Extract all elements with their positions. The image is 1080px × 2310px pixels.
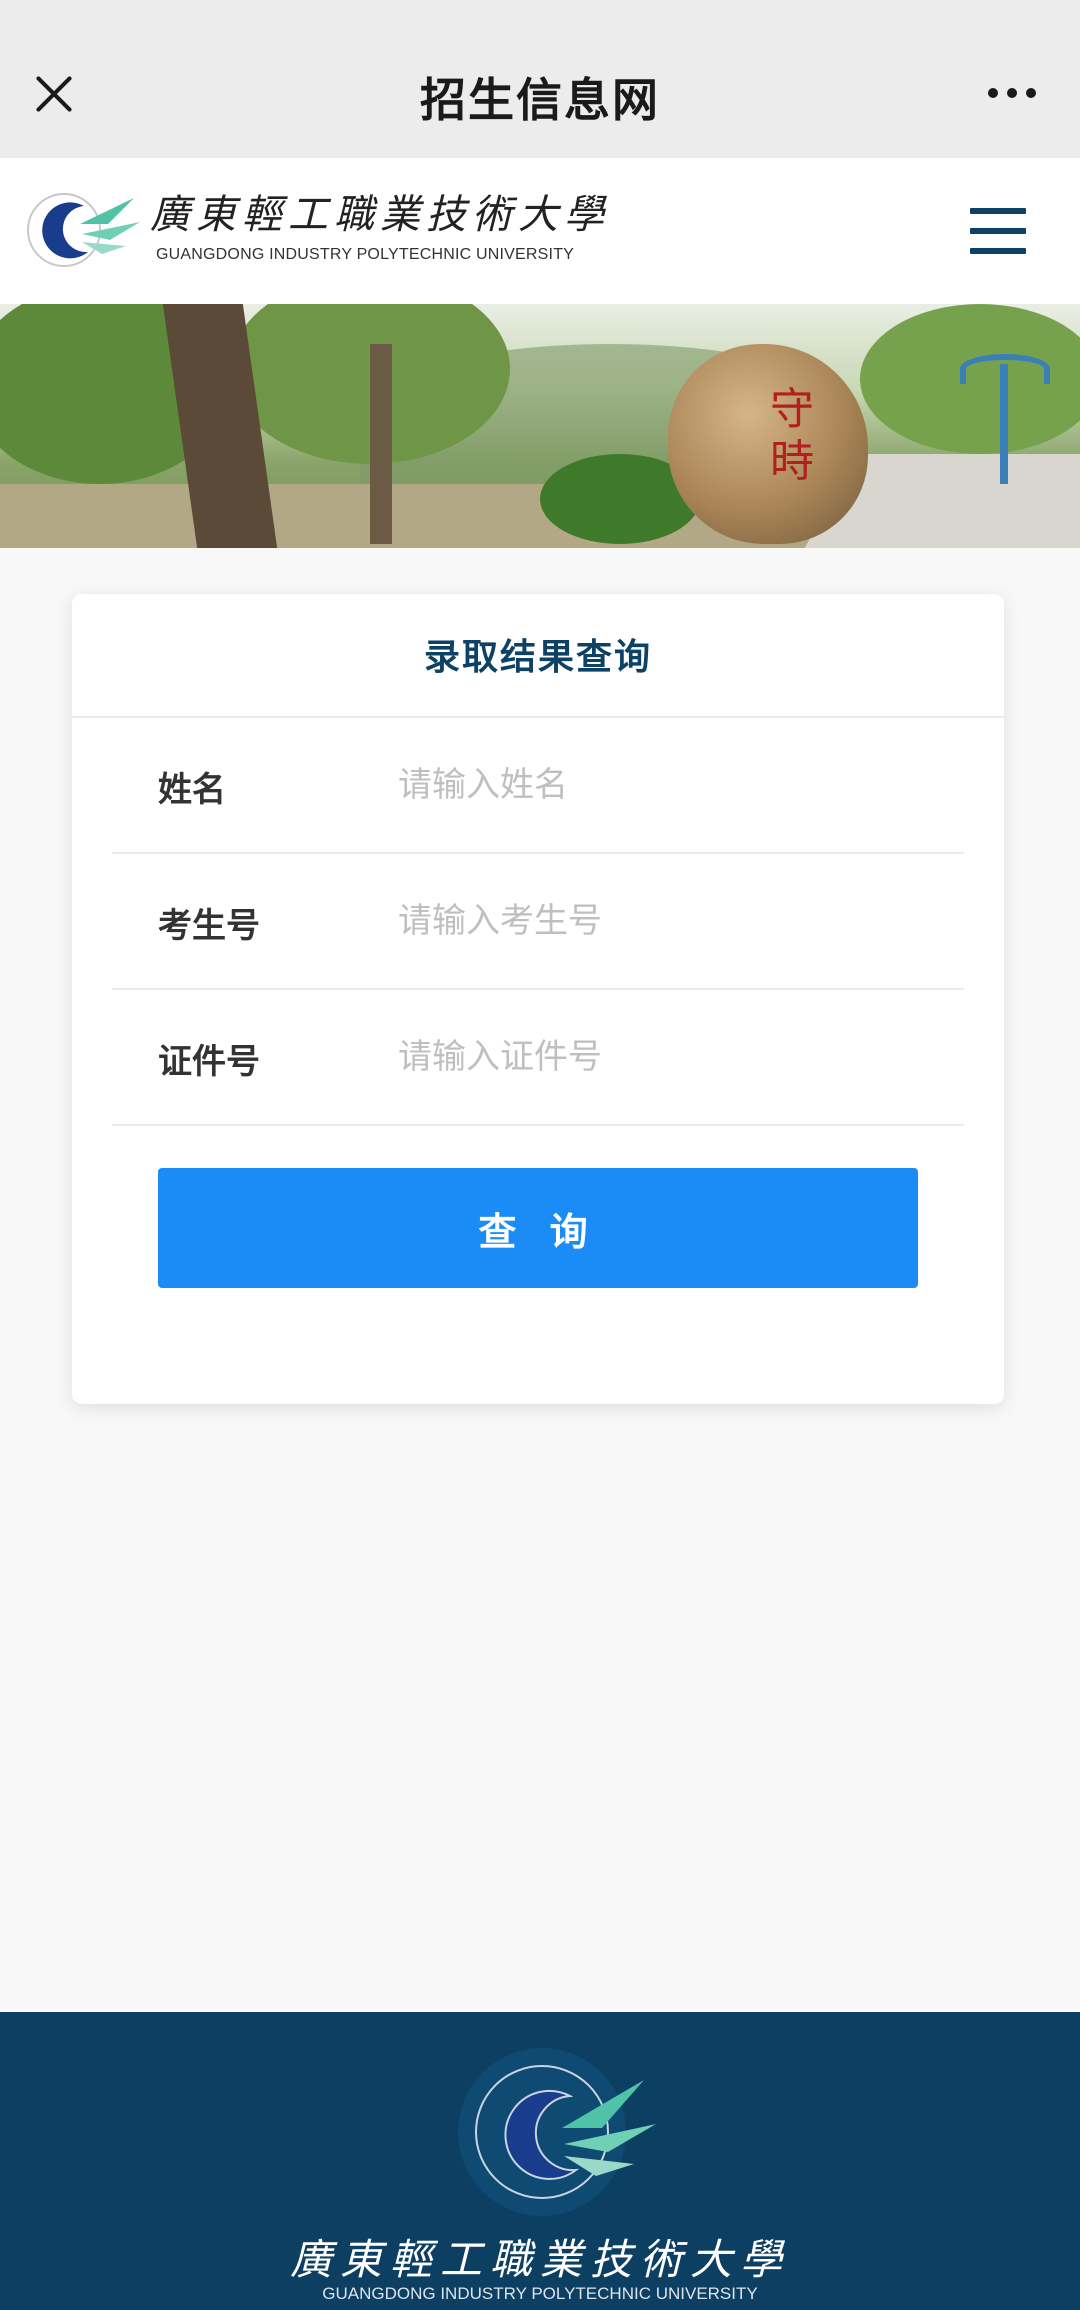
site-header: 廣東輕工職業技術大學 GUANGDONG INDUSTRY POLYTECHNI… [0,158,1080,304]
dot [1007,88,1017,98]
exam-number-input[interactable] [398,886,938,956]
banner-tree-trunk [370,344,392,544]
id-number-label: 证件号 [158,1042,260,1082]
menu-line [970,208,1026,214]
hamburger-menu-icon[interactable] [970,208,1026,254]
campus-banner-image: 守時 [0,304,1080,548]
more-dots-icon[interactable] [988,88,1036,100]
logo-english-text: GUANGDONG INDUSTRY POLYTECHNIC UNIVERSIT… [156,246,575,263]
form-row-exam-number: 考生号 [112,854,964,990]
menu-line [970,248,1026,254]
form-row-id-number: 证件号 [112,990,964,1126]
logo-chinese-text: 廣東輕工職業技術大學 [150,192,610,238]
query-button[interactable]: 查 询 [158,1168,918,1288]
page-title: 招生信息网 [420,73,660,127]
exam-number-label: 考生号 [158,906,260,946]
university-logo[interactable]: 廣東輕工職業技術大學 GUANGDONG INDUSTRY POLYTECHNI… [22,180,604,280]
name-label: 姓名 [158,770,226,810]
footer-chinese-name: 廣東輕工職業技術大學 [289,2235,790,2284]
name-input[interactable] [398,750,938,820]
university-emblem-icon [27,193,140,267]
banner-lamp-pole [1000,364,1008,484]
menu-line [970,228,1026,234]
university-emblem-icon [458,2048,656,2216]
dot [1026,88,1036,98]
top-bar: 招生信息网 [0,0,1080,158]
admission-query-card: 录取结果查询 姓名 考生号 证件号 查 询 [72,594,1004,1404]
id-number-input[interactable] [398,1022,938,1092]
rock-inscription: 守時 [770,384,814,487]
card-title: 录取结果查询 [423,637,652,678]
footer-english-name: GUANGDONG INDUSTRY POLYTECHNIC UNIVERSIT… [322,2284,758,2303]
dot [988,88,998,98]
site-footer: 廣東輕工職業技術大學 GUANGDONG INDUSTRY POLYTECHNI… [0,2012,1080,2310]
form-row-name: 姓名 [112,718,964,854]
